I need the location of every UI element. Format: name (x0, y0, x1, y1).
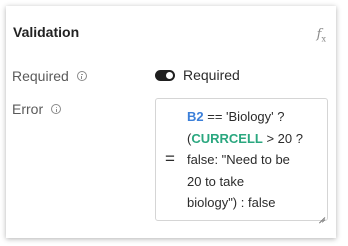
formula-text-token: 20 to take (187, 173, 245, 189)
formula-line: false: "Need to be (187, 149, 327, 171)
required-toggle-label: Required (183, 67, 240, 83)
cell-reference-token: B2 (187, 109, 204, 124)
function-token: CURRCELL (191, 130, 263, 146)
required-label: Required (12, 68, 69, 84)
formula-text[interactable]: B2 == 'Biology' ? (CURRCELL > 20 ? false: … (187, 106, 327, 214)
toggle-knob (166, 71, 173, 79)
formula-text-token: biology") : false (187, 195, 276, 210)
resize-handle-icon[interactable] (318, 211, 325, 218)
formula-text-token: == 'Biology' ? (203, 109, 285, 124)
fx-icon[interactable]: fx (317, 27, 326, 44)
formula-equals-sign: = (165, 149, 175, 168)
formula-line: 20 to take (187, 171, 327, 193)
info-icon[interactable] (76, 71, 87, 81)
formula-line: B2 == 'Biology' ? (187, 106, 327, 128)
error-row-label: Error (12, 101, 62, 117)
required-row-label: Required (12, 68, 87, 84)
error-label: Error (12, 101, 44, 117)
validation-panel: Validation fx Required Required Error B2… (6, 6, 336, 238)
formula-line: biology") : false (187, 192, 327, 214)
required-toggle-row[interactable]: Required (155, 67, 240, 83)
error-formula-editor[interactable]: B2 == 'Biology' ? (CURRCELL > 20 ? false: … (155, 98, 328, 221)
required-toggle[interactable] (155, 69, 175, 81)
formula-line: (CURRCELL > 20 ? (187, 128, 327, 150)
section-title: Validation (13, 24, 80, 40)
formula-text-token: false: "Need to be (187, 152, 290, 167)
formula-text-token: > 20 ? (262, 130, 303, 146)
info-icon[interactable] (51, 104, 62, 114)
